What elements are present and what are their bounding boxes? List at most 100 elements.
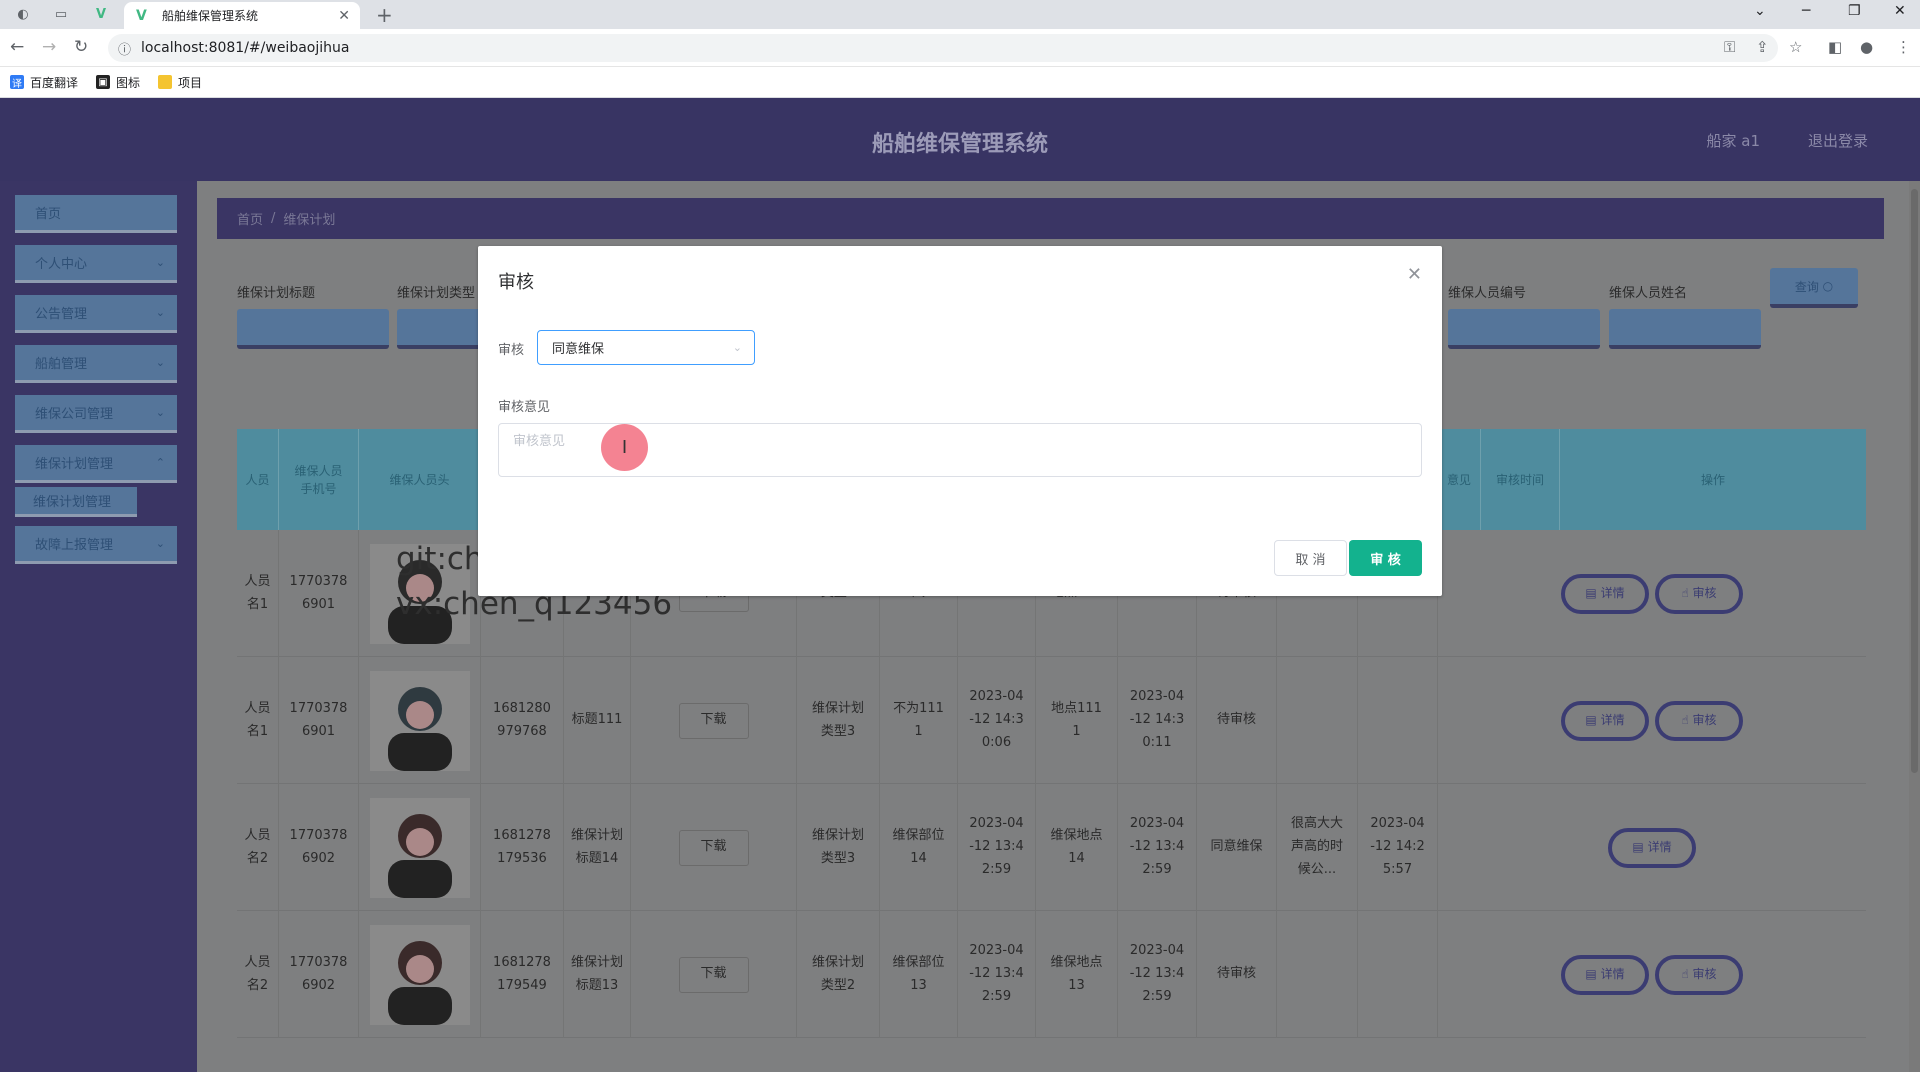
tab-search-icon[interactable]: ⌄ [1754, 3, 1766, 19]
download-button[interactable]: 下载 [678, 702, 749, 739]
search-label-type: 维保计划类型 [397, 286, 476, 301]
text-cursor-icon: Ⅰ [601, 424, 648, 471]
cell-ops: ▤ 详情 ☝ 审核 [1438, 657, 1866, 784]
more-menu-icon[interactable]: ⋮ [1896, 38, 1911, 56]
detail-button[interactable]: ▤ 详情 [1561, 954, 1649, 995]
audit-button[interactable]: ☝ 审核 [1655, 700, 1743, 741]
audit-confirm-button[interactable]: 审 核 [1349, 540, 1422, 576]
sidebar-item-home[interactable]: 首页 [15, 195, 177, 233]
sidebar-item-label: 首页 [35, 207, 62, 222]
search-input-title[interactable] [237, 309, 389, 349]
detail-button[interactable]: ▤ 详情 [1608, 827, 1696, 868]
url-field[interactable]: ⓘ localhost:8081/#/weibaojihua [108, 34, 1778, 62]
sidebar-item-profile[interactable]: 个人中心 ⌄ [15, 245, 177, 283]
sidebar-subitem-label: 维保计划管理 [33, 495, 112, 510]
cell-name: 人员 名1 [237, 657, 279, 784]
back-icon[interactable]: ← [10, 37, 24, 57]
bookmark-baidu-translate[interactable]: 译 百度翻译 [10, 74, 78, 91]
browser-tab-active[interactable]: V 船舶维保管理系统 ✕ [124, 2, 360, 29]
search-button[interactable]: 查询 ○ [1770, 268, 1858, 308]
cell-part: 维保部位 13 [880, 911, 958, 1038]
site-info-icon[interactable]: ⓘ [118, 39, 131, 58]
cell-avatar [359, 911, 481, 1038]
download-button[interactable]: 下载 [678, 956, 749, 993]
cancel-button[interactable]: 取 消 [1274, 540, 1347, 576]
search-input-staff-id[interactable] [1448, 309, 1600, 349]
cell-phone: 1770378 6902 [279, 911, 359, 1038]
audit-select[interactable]: 同意维保 ⌄ [537, 330, 755, 365]
bookmark-star-icon[interactable]: ☆ [1789, 38, 1802, 56]
address-bar-row: ← → ↻ ⓘ localhost:8081/#/weibaojihua ⚿ ⇪… [0, 29, 1920, 67]
cell-avatar [359, 784, 481, 911]
cell-ops: ▤ 详情 ☝ 审核 [1438, 911, 1866, 1038]
sidebar-item-companies[interactable]: 维保公司管理 ⌄ [15, 395, 177, 433]
folder-icon [158, 75, 173, 89]
minimize-icon[interactable]: ─ [1802, 3, 1810, 19]
chevron-down-icon: ⌄ [155, 406, 165, 419]
page-scrollbar[interactable] [1909, 181, 1920, 1072]
cell-review-time [1358, 911, 1438, 1038]
audit-button[interactable]: ☝ 审核 [1655, 954, 1743, 995]
browser-menu-icon[interactable]: ◐ [14, 5, 32, 23]
cell-type: 维保计划 类型2 [797, 911, 880, 1038]
cell-time: 2023-04 -12 14:3 0:06 [958, 657, 1036, 784]
tab-close-icon[interactable]: ✕ [338, 8, 350, 24]
cell-status: 同意维保 [1197, 784, 1277, 911]
table-row: 人员 名1 1770378 6901 1681280 979768 标题111 下载 维保… [237, 657, 1866, 784]
audit-button[interactable]: ☝ 审核 [1655, 573, 1743, 614]
key-icon[interactable]: ⚿ [1724, 38, 1735, 56]
detail-button[interactable]: ▤ 详情 [1561, 700, 1649, 741]
app-title: 船舶维保管理系统 [871, 132, 1048, 157]
sidebar-item-ships[interactable]: 船舶管理 ⌄ [15, 345, 177, 383]
window-close-icon[interactable]: ✕ [1894, 3, 1906, 19]
sidebar-item-label: 维保公司管理 [35, 407, 114, 422]
restore-icon[interactable]: ❐ [1848, 3, 1861, 19]
bookmark-icons[interactable]: ▣ 图标 [96, 74, 140, 91]
sidebar-subitem-plan-management[interactable]: 维保计划管理 [15, 487, 137, 517]
cell-title: 维保计划 标题13 [564, 911, 631, 1038]
sidebar-item-notice[interactable]: 公告管理 ⌄ [15, 295, 177, 333]
reload-icon[interactable]: ↻ [74, 37, 88, 57]
browser-tabbar: ◐ ▭ V V 船舶维保管理系统 ✕ + ⌄ ─ ❐ ✕ [0, 0, 1920, 29]
new-tab-icon[interactable]: + [376, 3, 393, 27]
cell-place: 维保地点 14 [1036, 784, 1118, 911]
download-button[interactable]: 下载 [678, 829, 749, 866]
search-label-staff-id: 维保人员编号 [1448, 286, 1527, 301]
cell-id: 1681280 979768 [481, 657, 564, 784]
tab-title: 船舶维保管理系统 [162, 9, 259, 23]
cell-phone: 1770378 6902 [279, 784, 359, 911]
share-icon[interactable]: ⇪ [1756, 38, 1769, 56]
forward-icon[interactable]: → [42, 37, 56, 57]
search-button-label: 查询 [1794, 279, 1819, 294]
th-review-time: 审核时间 [1481, 429, 1560, 530]
cell-opinion [1277, 657, 1358, 784]
sidebar-item-plans[interactable]: 维保计划管理 ⌃ [15, 445, 177, 483]
cell-avatar [359, 657, 481, 784]
vue-tab-icon[interactable]: V [92, 5, 110, 23]
logout-link[interactable]: 退出登录 [1808, 130, 1868, 151]
current-user: 船家 a1 [1706, 132, 1760, 150]
side-panel-icon[interactable]: ◧ [1828, 38, 1842, 56]
translate-icon: 译 [10, 75, 24, 90]
cell-type: 维保计划 类型3 [797, 784, 880, 911]
cell-id: 1681278 179536 [481, 784, 564, 911]
profile-icon[interactable]: ● [1860, 38, 1873, 56]
cell-ops: ▤ 详情 ☝ 审核 [1438, 530, 1866, 657]
chevron-up-icon: ⌃ [155, 456, 165, 469]
bookmark-project[interactable]: 项目 [158, 74, 202, 91]
cell-name: 人员 名1 [237, 530, 279, 657]
cell-title: 标题111 [564, 657, 631, 784]
image-icon: ▣ [96, 75, 111, 89]
pinned-tab-icon[interactable]: ▭ [52, 5, 70, 23]
cell-opinion: 很高大大 声高的时 候公... [1277, 784, 1358, 911]
cell-time2: 2023-04 -12 14:3 0:11 [1118, 657, 1197, 784]
chevron-down-icon: ⌄ [155, 256, 165, 269]
sidebar-item-label: 维保计划管理 [35, 457, 114, 472]
breadcrumb: 首页 / 维保计划 [217, 198, 1884, 239]
sidebar-item-faults[interactable]: 故障上报管理 ⌄ [15, 526, 177, 564]
detail-button[interactable]: ▤ 详情 [1561, 573, 1649, 614]
scrollbar-thumb[interactable] [1911, 189, 1918, 773]
search-input-staff-name[interactable] [1609, 309, 1761, 349]
close-icon[interactable]: ✕ [1407, 264, 1422, 285]
breadcrumb-home[interactable]: 首页 [237, 209, 263, 228]
